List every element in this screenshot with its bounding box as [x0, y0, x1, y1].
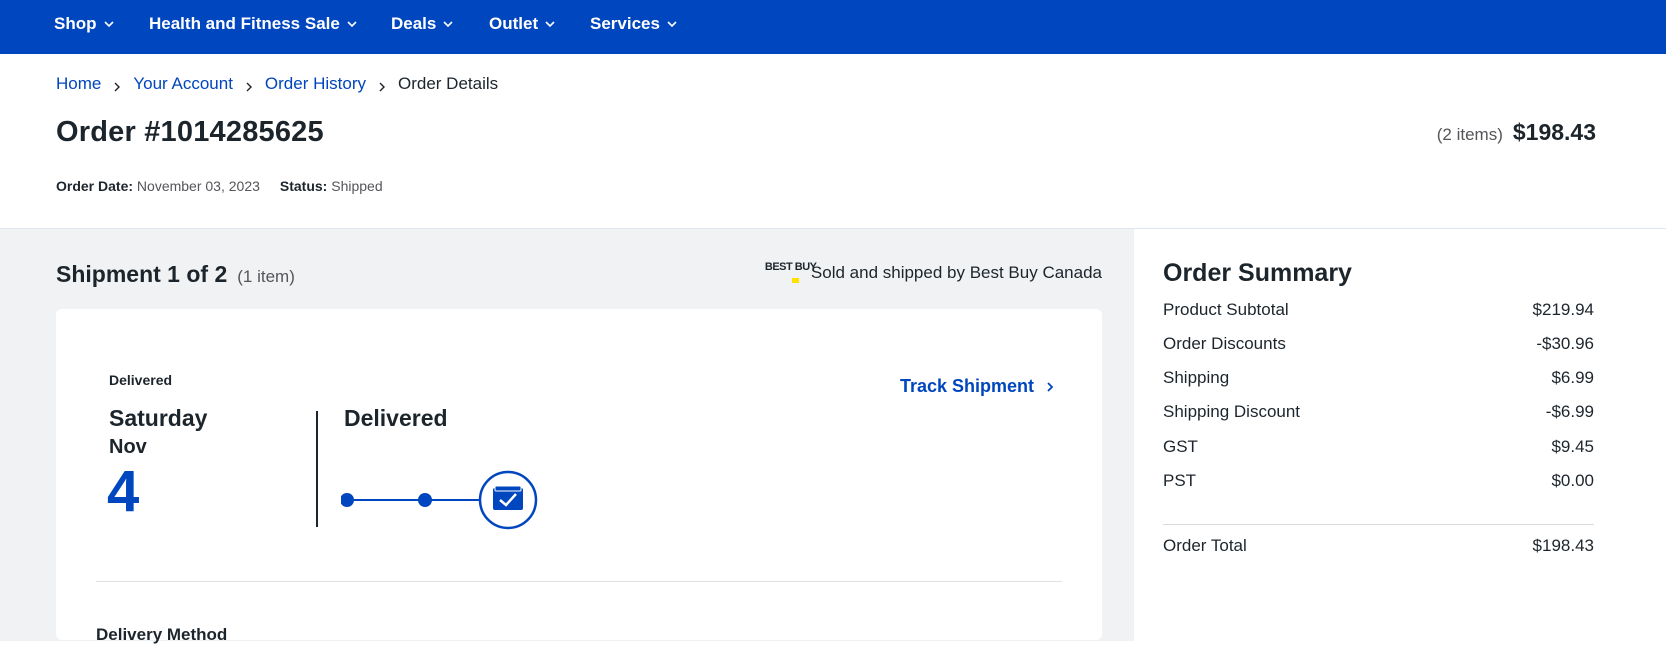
delivery-day-name: Saturday	[109, 405, 208, 431]
delivery-status-label: Delivered	[109, 372, 173, 388]
breadcrumb: Home Your Account Order History Order De…	[56, 74, 498, 94]
shipment-title-text: Shipment 1 of 2	[56, 261, 228, 287]
summary-total-value: $198.43	[1532, 536, 1594, 555]
shipment-item-count: (1 item)	[237, 267, 295, 286]
breadcrumb-your-account[interactable]: Your Account	[133, 74, 233, 94]
summary-row: GST $9.45	[1163, 437, 1594, 457]
summary-row-label: GST	[1163, 437, 1198, 456]
summary-row: Order Discounts -$30.96	[1163, 334, 1594, 354]
summary-row-label: PST	[1163, 471, 1197, 490]
summary-row: Shipping $6.99	[1163, 368, 1594, 388]
chevron-down-icon	[442, 18, 454, 30]
summary-row-value: $9.45	[1551, 437, 1594, 456]
summary-row-value: $219.94	[1532, 300, 1594, 319]
chevron-right-icon	[376, 78, 388, 92]
order-total-header: (2 items) $198.43	[1437, 119, 1596, 146]
nav-label: Services	[590, 14, 660, 33]
logo-text: BEST BUY	[764, 261, 817, 273]
nav-label: Outlet	[489, 14, 539, 33]
summary-total-row: Order Total $198.43	[1163, 536, 1594, 556]
shipment-status: Delivered	[344, 405, 448, 431]
nav-label: Shop	[54, 14, 97, 33]
shipment-card: Delivered Saturday Nov 4 Delivered Track…	[56, 309, 1102, 644]
delivery-method-heading: Delivery Method	[96, 625, 228, 644]
chevron-down-icon	[544, 18, 556, 30]
chevron-down-icon	[346, 18, 358, 30]
summary-row-value: $0.00	[1551, 471, 1594, 490]
chevron-right-icon	[1044, 381, 1056, 393]
summary-row-label: Product Subtotal	[1163, 300, 1289, 319]
nav-deals[interactable]: Deals	[391, 14, 454, 34]
progress-step-delivered-icon	[478, 470, 538, 530]
order-status-value: Shipped	[331, 178, 383, 194]
page-title: Order #1014285625	[56, 116, 324, 148]
breadcrumb-home[interactable]: Home	[56, 74, 101, 94]
nav-outlet[interactable]: Outlet	[489, 14, 556, 34]
order-total-amount: $198.43	[1512, 119, 1596, 145]
chevron-right-icon	[111, 78, 123, 92]
order-summary-title: Order Summary	[1163, 259, 1352, 287]
order-status-label: Status:	[279, 178, 328, 194]
summary-row: Shipping Discount -$6.99	[1163, 402, 1594, 422]
order-status: Status: Shipped	[280, 178, 383, 194]
nav-services[interactable]: Services	[590, 14, 678, 34]
breadcrumb-order-history[interactable]: Order History	[265, 74, 366, 94]
chevron-down-icon	[103, 18, 115, 30]
breadcrumb-current: Order Details	[398, 74, 499, 93]
delivery-day-number: 4	[107, 459, 140, 524]
seller-info: BEST BUY Sold and shipped by Best Buy Ca…	[765, 262, 1102, 284]
shipment-title: Shipment 1 of 2 (1 item)	[56, 261, 295, 288]
top-navigation-bar: Shop Health and Fitness Sale Deals Outle…	[0, 0, 1666, 54]
nav-label: Health and Fitness Sale	[149, 14, 340, 33]
nav-label: Deals	[391, 14, 437, 33]
vertical-divider	[316, 411, 318, 527]
summary-row: Product Subtotal $219.94	[1163, 300, 1594, 320]
seller-text: Sold and shipped by Best Buy Canada	[810, 263, 1102, 282]
order-date-value: November 03, 2023	[136, 178, 260, 194]
track-shipment-link[interactable]: Track Shipment	[900, 376, 1056, 397]
summary-total-label: Order Total	[1163, 536, 1247, 555]
delivery-month: Nov	[109, 436, 147, 458]
summary-divider	[1163, 524, 1594, 525]
track-shipment-label: Track Shipment	[899, 376, 1034, 396]
summary-row-label: Order Discounts	[1163, 334, 1286, 353]
order-date-label: Order Date:	[56, 178, 134, 194]
logo-tag-icon	[791, 278, 799, 283]
summary-row-value: $6.99	[1551, 368, 1594, 387]
summary-row-label: Shipping Discount	[1163, 402, 1301, 421]
progress-step-shipped	[418, 493, 432, 507]
card-divider	[96, 581, 1062, 582]
best-buy-logo: BEST BUY	[765, 262, 817, 284]
summary-row: PST $0.00	[1163, 471, 1594, 491]
summary-row-label: Shipping	[1163, 368, 1230, 387]
chevron-down-icon	[666, 18, 678, 30]
nav-shop[interactable]: Shop	[54, 14, 115, 34]
order-date: Order Date: November 03, 2023	[56, 178, 260, 194]
shipment-progress-tracker	[340, 469, 541, 531]
chevron-right-icon	[243, 78, 255, 92]
summary-row-value: -$6.99	[1545, 402, 1594, 421]
order-summary-panel	[1134, 228, 1666, 641]
summary-row-value: -$30.96	[1536, 334, 1594, 353]
progress-step-ordered	[340, 493, 354, 507]
items-count: (2 items)	[1436, 125, 1503, 144]
order-meta: Order Date: November 03, 2023 Status: Sh…	[56, 178, 383, 194]
nav-health-fitness-sale[interactable]: Health and Fitness Sale	[149, 14, 358, 34]
